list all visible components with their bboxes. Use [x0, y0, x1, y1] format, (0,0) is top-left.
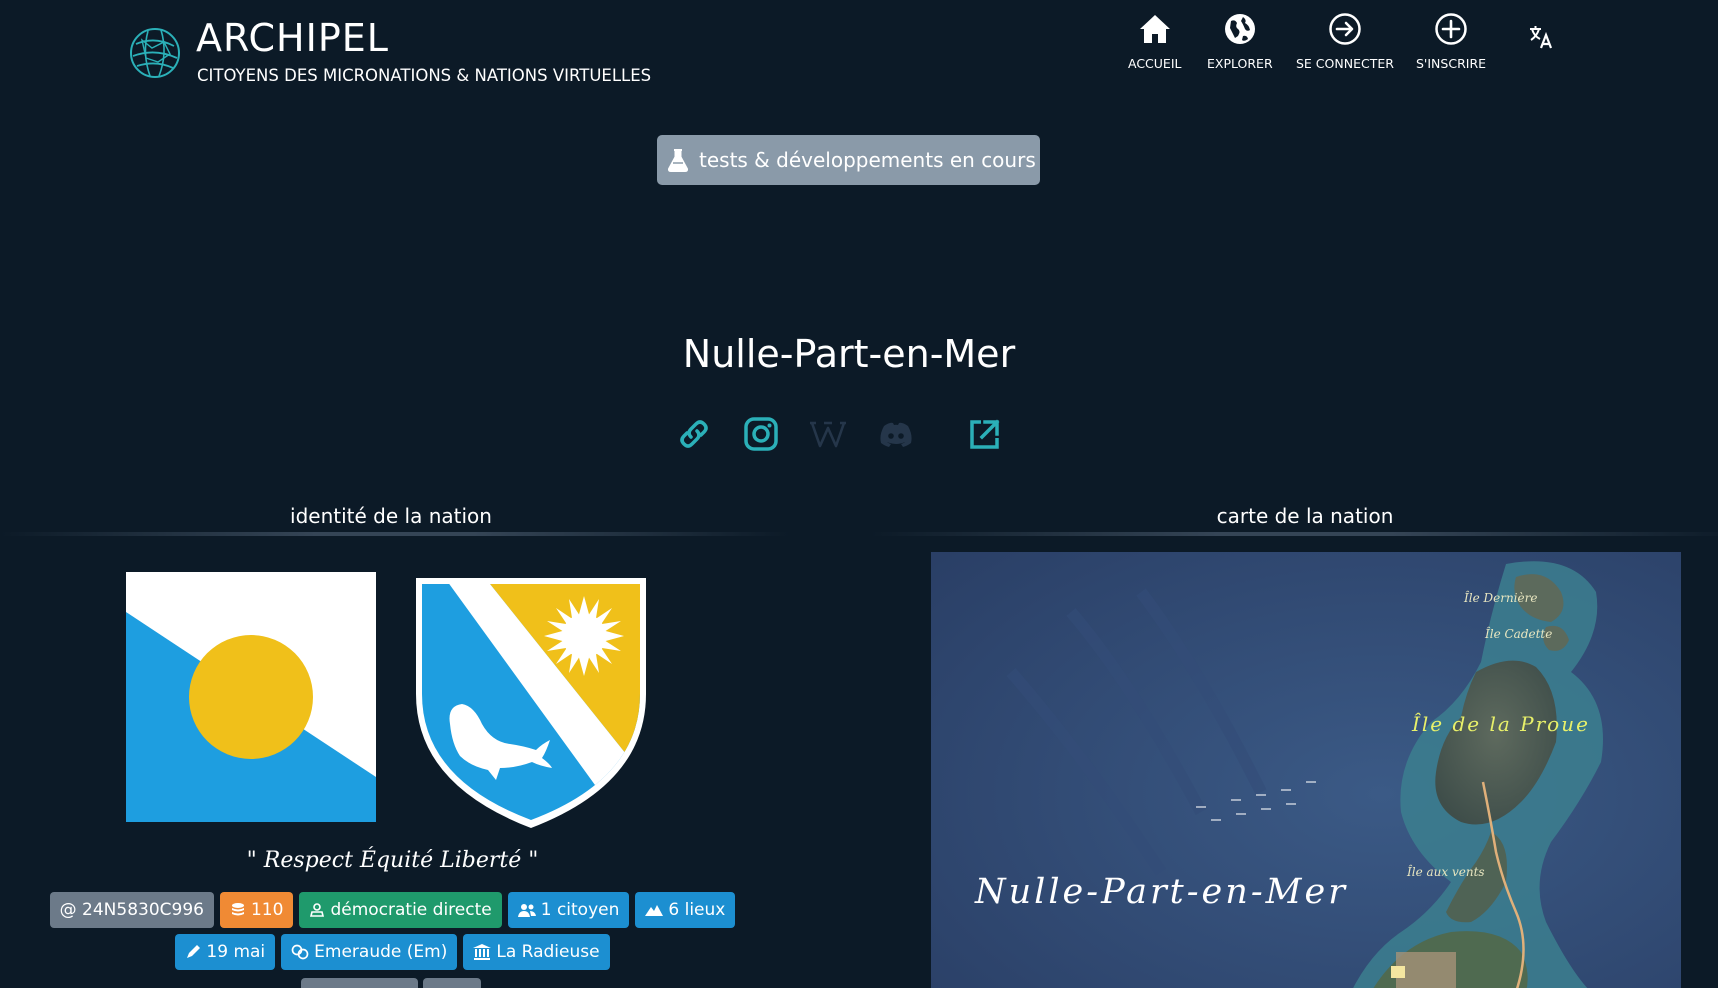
nav-accueil-label: ACCUEIL — [1128, 56, 1182, 71]
badge-regime[interactable]: démocratie directe — [299, 892, 502, 928]
badge-points-label: 110 — [250, 900, 284, 920]
currency-icon — [291, 944, 309, 960]
coins-icon — [231, 903, 244, 916]
social-links — [0, 414, 1718, 454]
badge-capital-label: La Radieuse — [496, 942, 600, 962]
institution-icon — [473, 944, 492, 960]
badge-currency-label: Emeraude (Em) — [314, 942, 448, 962]
flask-icon — [667, 149, 689, 172]
badge-currency[interactable]: Emeraude (Em) — [281, 934, 458, 970]
map-label-ile-proue: Île de la Proue — [1412, 712, 1590, 736]
badges-row-1: @ 24N5830C996 110 démocratie directe 1 c… — [0, 892, 785, 928]
coat-of-arms — [416, 578, 646, 828]
badge-places[interactable]: 6 lieux — [635, 892, 736, 928]
map-label-ile-vents: Île aux vents — [1407, 865, 1485, 879]
instagram-icon[interactable] — [741, 414, 781, 454]
identity-section-title: identité de la nation — [290, 504, 492, 528]
brand-title[interactable]: ARCHIPEL — [196, 16, 389, 60]
map-section-divider — [870, 532, 1718, 536]
nav-accueil[interactable]: ACCUEIL — [1128, 12, 1182, 71]
badge-stub-2 — [423, 978, 481, 988]
badge-citizens[interactable]: 1 citoyen — [507, 892, 630, 928]
dev-notice-badge[interactable]: tests & développements en cours — [657, 135, 1040, 185]
map-label-nation: Nulle-Part-en-Mer — [975, 872, 1348, 912]
translate-icon[interactable] — [1528, 24, 1554, 50]
vote-icon — [310, 903, 325, 917]
home-icon — [1139, 15, 1170, 43]
nav-se-connecter[interactable]: SE CONNECTER — [1296, 12, 1394, 71]
nav-explorer-label: EXPLORER — [1207, 56, 1273, 71]
identity-section-divider — [0, 532, 790, 536]
nav-sinscrire-label: S'INSCRIRE — [1416, 56, 1487, 71]
pen-icon — [187, 945, 201, 958]
nav-sinscrire[interactable]: S'INSCRIRE — [1416, 12, 1486, 71]
dev-notice-label: tests & développements en cours — [699, 148, 1036, 172]
globe-icon — [1224, 14, 1255, 44]
mountain-icon — [645, 905, 664, 916]
plus-circle-icon — [1435, 13, 1467, 45]
map-label-ile-derniere: Île Dernière — [1464, 591, 1538, 605]
discord-icon[interactable] — [876, 414, 916, 454]
badge-nation-id-label: @ 24N5830C996 — [59, 900, 204, 920]
nav-se-connecter-label: SE CONNECTER — [1296, 56, 1394, 71]
nation-map[interactable]: Île Dernière Île Cadette Île de la Proue… — [931, 552, 1681, 988]
badges-row-2: 19 mai Emeraude (Em) La Radieuse — [0, 934, 785, 970]
badge-stub-1 — [301, 978, 418, 988]
nation-flag — [126, 572, 376, 822]
badge-places-label: 6 lieux — [668, 900, 726, 920]
badge-points[interactable]: 110 — [219, 892, 294, 928]
map-label-ile-cadette: Île Cadette — [1485, 627, 1553, 641]
map-terrain — [931, 552, 1681, 988]
badge-nation-id[interactable]: @ 24N5830C996 — [49, 892, 214, 928]
badge-citizens-label: 1 citoyen — [540, 900, 620, 920]
badge-founding-date-label: 19 mai — [206, 942, 266, 962]
header: ARCHIPEL CITOYENS DES MICRONATIONS & NAT… — [0, 0, 1718, 100]
badge-capital[interactable]: La Radieuse — [463, 934, 610, 970]
nation-name: Nulle-Part-en-Mer — [682, 332, 1016, 376]
external-link-icon[interactable] — [964, 414, 1004, 454]
archipel-logo-icon[interactable] — [128, 26, 182, 80]
badge-founding-date[interactable]: 19 mai — [175, 934, 276, 970]
map-section-title: carte de la nation — [1216, 504, 1394, 528]
wikipedia-icon[interactable] — [808, 414, 848, 454]
link-icon[interactable] — [674, 414, 714, 454]
badge-regime-label: démocratie directe — [330, 900, 492, 920]
users-icon — [517, 904, 536, 917]
nav-explorer[interactable]: EXPLORER — [1207, 12, 1273, 71]
login-icon — [1329, 13, 1361, 45]
nation-motto: " Respect Équité Liberté " — [246, 848, 539, 873]
brand-subtitle: CITOYENS DES MICRONATIONS & NATIONS VIRT… — [197, 66, 652, 85]
